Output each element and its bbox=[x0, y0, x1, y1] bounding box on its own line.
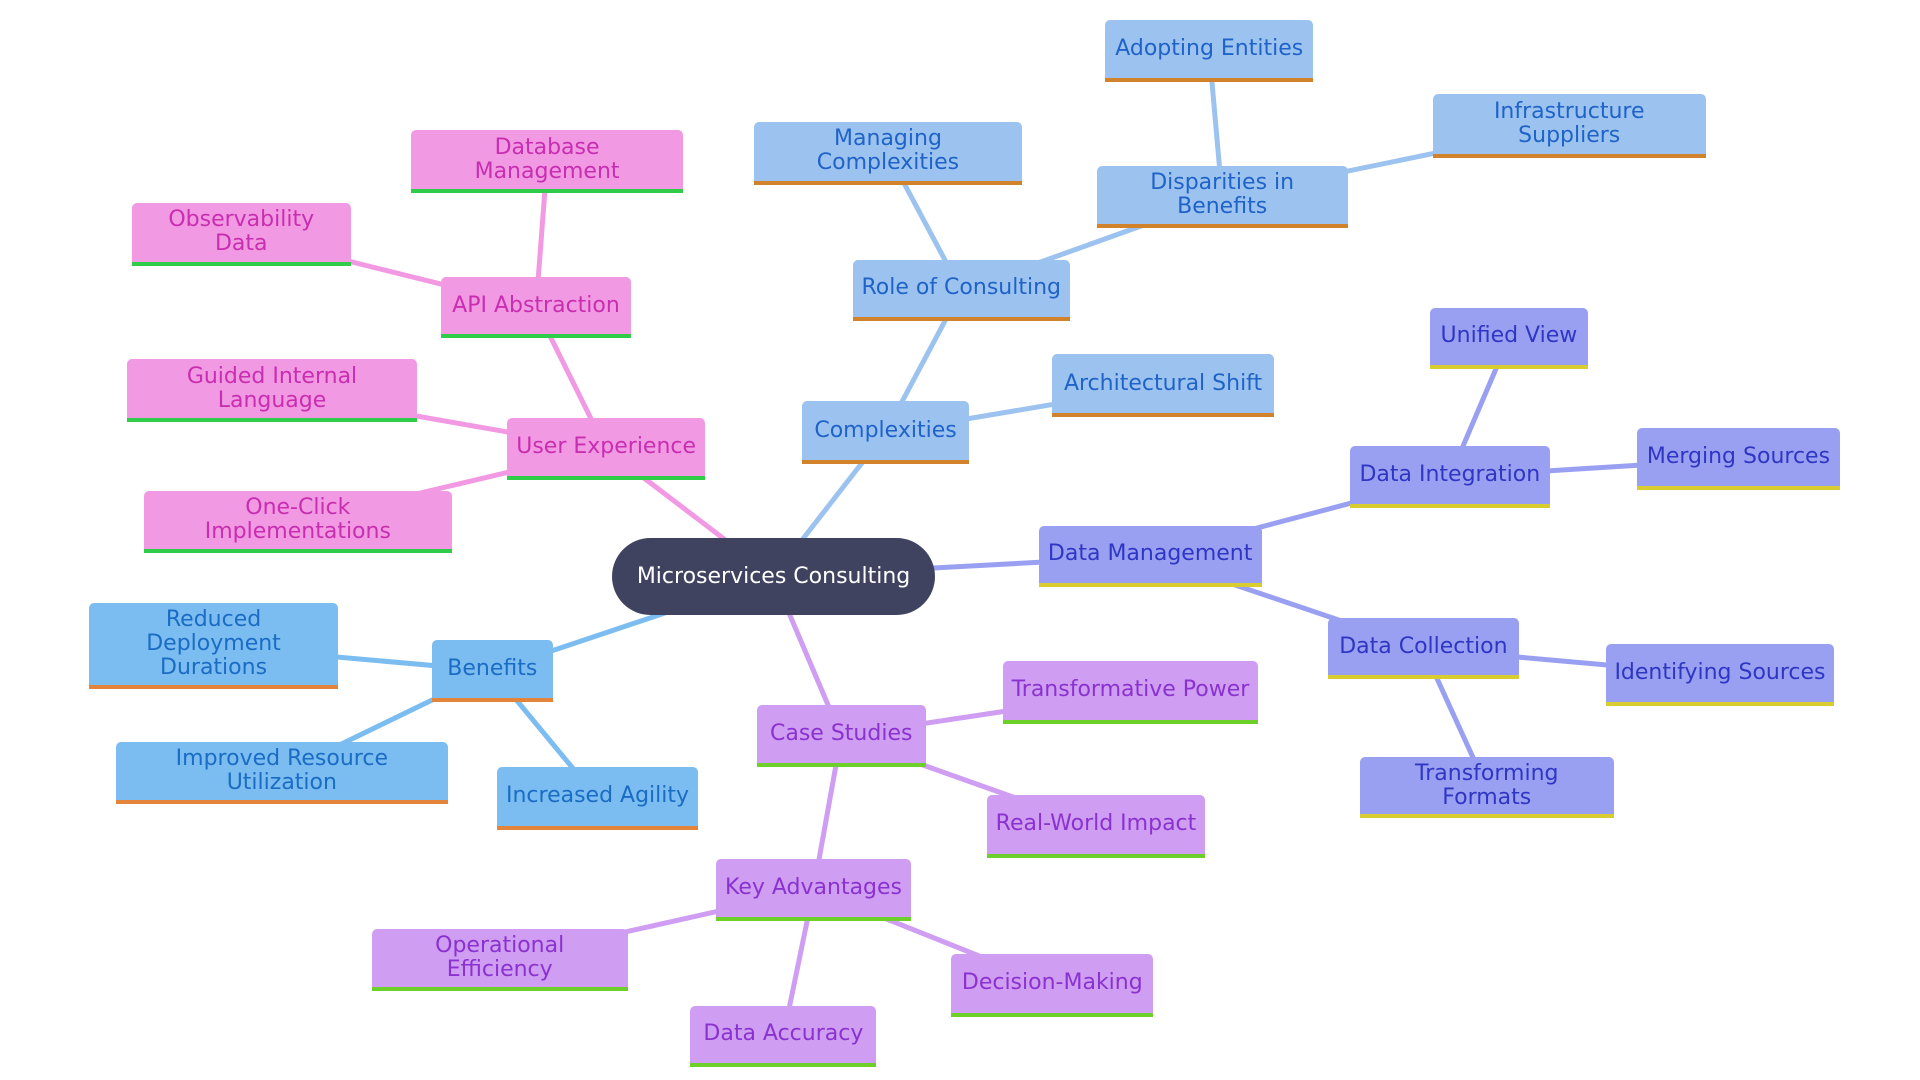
node-data-accuracy[interactable]: Data Accuracy bbox=[690, 1005, 877, 1068]
node-data-management[interactable]: Data Management bbox=[1038, 525, 1262, 588]
root-node[interactable]: Microservices Consulting bbox=[611, 537, 936, 616]
node-guided-internal-language[interactable]: Guided Internal Language bbox=[126, 359, 418, 423]
node-label: API Abstraction bbox=[452, 292, 620, 318]
node-one-click-implementations[interactable]: One-Click Implementations bbox=[144, 491, 452, 553]
node-transformative-power[interactable]: Transformative Power bbox=[1003, 660, 1258, 724]
node-user-experience[interactable]: User Experience bbox=[507, 418, 706, 480]
node-unified-view[interactable]: Unified View bbox=[1430, 307, 1588, 370]
node-managing-complexities[interactable]: Managing Complexities bbox=[754, 121, 1022, 185]
node-data-collection[interactable]: Data Collection bbox=[1328, 617, 1519, 680]
node-improved-resource-utilization[interactable]: Improved Resource Utilization bbox=[115, 742, 448, 804]
node-label: Reduced Deployment Durations bbox=[146, 607, 281, 681]
node-label: Disparities in Benefits bbox=[1150, 169, 1295, 219]
node-merging-sources[interactable]: Merging Sources bbox=[1636, 428, 1840, 490]
node-label: Improved Resource Utilization bbox=[175, 745, 388, 795]
node-increased-agility[interactable]: Increased Agility bbox=[497, 766, 698, 830]
node-case-studies[interactable]: Case Studies bbox=[756, 705, 926, 767]
node-label: Data Accuracy bbox=[703, 1021, 864, 1047]
node-label: Benefits bbox=[447, 655, 538, 681]
node-observability-data[interactable]: Observability Data bbox=[131, 203, 351, 266]
node-label: Transformative Power bbox=[1011, 677, 1250, 703]
node-operational-efficiency[interactable]: Operational Efficiency bbox=[371, 929, 628, 991]
node-data-integration[interactable]: Data Integration bbox=[1350, 445, 1550, 509]
node-decision-making[interactable]: Decision-Making bbox=[951, 953, 1154, 1017]
node-label: Database Management bbox=[474, 134, 620, 184]
node-label: Managing Complexities bbox=[816, 126, 960, 176]
node-key-advantages[interactable]: Key Advantages bbox=[716, 859, 911, 921]
node-infrastructure-suppliers[interactable]: Infrastructure Suppliers bbox=[1432, 93, 1706, 158]
node-label: One-Click Implementations bbox=[204, 494, 391, 544]
node-label: Observability Data bbox=[168, 207, 315, 257]
node-label: Data Integration bbox=[1359, 461, 1541, 487]
node-label: Identifying Sources bbox=[1614, 660, 1826, 686]
node-label: Complexities bbox=[814, 417, 957, 443]
node-label: Case Studies bbox=[770, 720, 913, 746]
node-label: Unified View bbox=[1440, 323, 1578, 349]
node-adopting-entities[interactable]: Adopting Entities bbox=[1105, 19, 1314, 83]
node-label: Real-World Impact bbox=[995, 811, 1197, 837]
node-api-abstraction[interactable]: API Abstraction bbox=[440, 276, 632, 339]
node-label: Adopting Entities bbox=[1115, 36, 1304, 62]
node-label: Merging Sources bbox=[1646, 444, 1831, 470]
node-label: Guided Internal Language bbox=[186, 363, 358, 413]
node-complexities[interactable]: Complexities bbox=[802, 401, 969, 464]
node-label: Transforming Formats bbox=[1415, 760, 1559, 810]
node-label: Architectural Shift bbox=[1063, 370, 1263, 396]
node-database-management[interactable]: Database Management bbox=[411, 130, 684, 194]
node-label: Operational Efficiency bbox=[435, 932, 565, 982]
node-label: Microservices Consulting bbox=[636, 563, 911, 589]
node-label: Infrastructure Suppliers bbox=[1493, 98, 1645, 148]
node-disparities-in-benefits[interactable]: Disparities in Benefits bbox=[1096, 166, 1348, 228]
node-transforming-formats[interactable]: Transforming Formats bbox=[1360, 756, 1614, 819]
node-architectural-shift[interactable]: Architectural Shift bbox=[1052, 354, 1274, 418]
node-label: Decision-Making bbox=[961, 970, 1143, 996]
node-label: Data Management bbox=[1047, 541, 1253, 567]
node-identifying-sources[interactable]: Identifying Sources bbox=[1606, 643, 1834, 707]
node-label: User Experience bbox=[516, 434, 697, 460]
node-real-world-impact[interactable]: Real-World Impact bbox=[987, 795, 1205, 858]
node-reduced-deployment-durations[interactable]: Reduced Deployment Durations bbox=[88, 603, 339, 690]
node-role-of-consulting[interactable]: Role of Consulting bbox=[852, 259, 1070, 322]
node-label: Data Collection bbox=[1339, 633, 1508, 659]
node-label: Increased Agility bbox=[505, 783, 690, 809]
node-label: Key Advantages bbox=[725, 874, 903, 900]
node-label: Role of Consulting bbox=[861, 275, 1061, 301]
node-benefits[interactable]: Benefits bbox=[432, 640, 553, 702]
